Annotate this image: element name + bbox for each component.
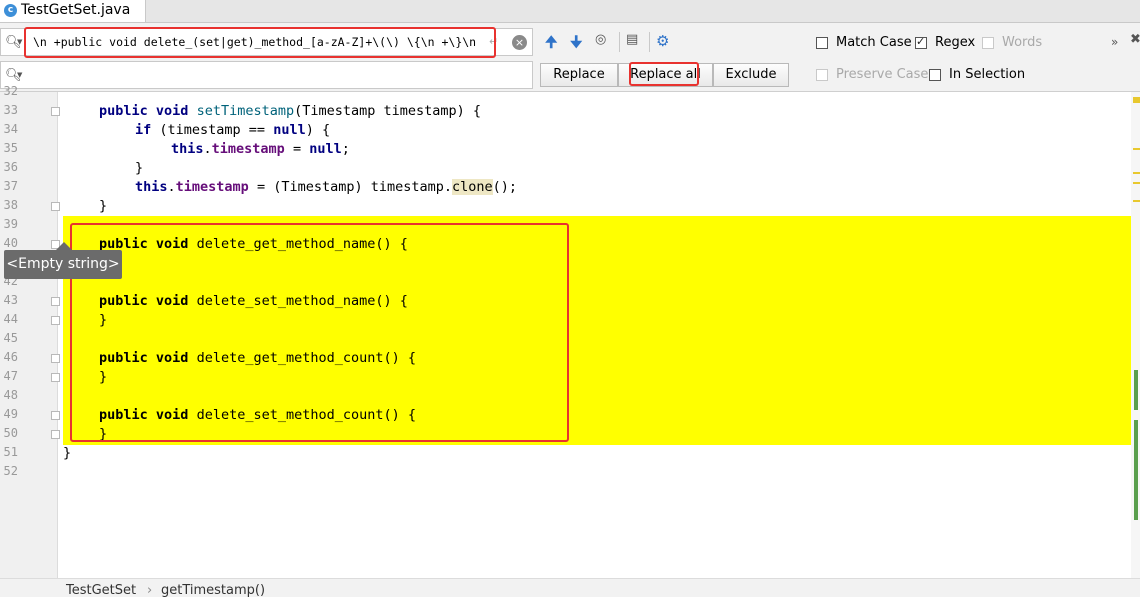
line-number: 37 bbox=[3, 179, 18, 193]
stripe-mark[interactable] bbox=[1133, 97, 1140, 103]
line-number: 39 bbox=[3, 217, 18, 231]
line-number: 33 bbox=[3, 103, 18, 117]
line-number: 47 bbox=[3, 369, 18, 383]
toolbar-separator bbox=[649, 32, 650, 52]
close-panel-icon[interactable]: ✖ bbox=[1130, 32, 1140, 47]
preserve-case-checkbox bbox=[816, 69, 828, 81]
words-checkbox bbox=[982, 37, 994, 49]
line-number: 45 bbox=[3, 331, 18, 345]
fold-marker[interactable] bbox=[51, 297, 60, 306]
code-line-35[interactable]: this.timestamp = null; bbox=[171, 141, 350, 157]
line-number: 51 bbox=[3, 445, 18, 459]
code-line-38[interactable]: } bbox=[99, 198, 107, 214]
match-annotation-box bbox=[70, 223, 569, 442]
line-number: 48 bbox=[3, 388, 18, 402]
editor-tab-bar: c TestGetSet.java bbox=[0, 0, 1140, 23]
line-number: 44 bbox=[3, 312, 18, 326]
match-case-checkbox[interactable] bbox=[816, 37, 828, 49]
search-history-dropdown-icon[interactable]: ▼ bbox=[17, 38, 22, 46]
preserve-case-label: Preserve Case bbox=[836, 67, 929, 82]
regex-label: Regex bbox=[935, 35, 976, 50]
breadcrumb: TestGetSet › getTimestamp() bbox=[0, 578, 1140, 598]
empty-string-tooltip: <Empty string> bbox=[4, 242, 122, 279]
replace-all-annotation-box bbox=[629, 62, 699, 86]
toolbar-separator bbox=[619, 32, 620, 52]
match-case-label: Match Case bbox=[836, 35, 912, 50]
in-selection-checkbox[interactable] bbox=[929, 69, 941, 81]
clear-search-icon[interactable]: × bbox=[512, 35, 527, 50]
line-number: 50 bbox=[3, 426, 18, 440]
replace-button[interactable]: Replace bbox=[540, 63, 618, 87]
stripe-mark[interactable] bbox=[1133, 200, 1140, 202]
line-number: 35 bbox=[3, 141, 18, 155]
fold-marker[interactable] bbox=[51, 316, 60, 325]
stripe-mark[interactable] bbox=[1134, 370, 1138, 410]
stripe-mark[interactable] bbox=[1133, 172, 1140, 174]
fold-marker[interactable] bbox=[51, 411, 60, 420]
stripe-mark[interactable] bbox=[1134, 420, 1138, 520]
fold-marker[interactable] bbox=[51, 354, 60, 363]
code-line-34[interactable]: if (timestamp == null) { bbox=[135, 122, 330, 138]
line-number: 36 bbox=[3, 160, 18, 174]
line-number: 38 bbox=[3, 198, 18, 212]
fold-marker[interactable] bbox=[51, 373, 60, 382]
stripe-mark[interactable] bbox=[1133, 182, 1140, 184]
stripe-mark[interactable] bbox=[1133, 148, 1140, 150]
fold-marker[interactable] bbox=[51, 202, 60, 211]
code-line-51[interactable]: } bbox=[63, 445, 71, 461]
words-label: Words bbox=[1002, 35, 1043, 50]
settings-icon[interactable]: ⚙ bbox=[656, 32, 669, 50]
java-class-icon: c bbox=[4, 4, 17, 17]
replace-history-dropdown-icon[interactable]: ▼ bbox=[17, 71, 22, 79]
tab-label: TestGetSet.java bbox=[21, 2, 131, 18]
find-all-icon[interactable]: ◎ bbox=[595, 32, 606, 47]
line-number: 52 bbox=[3, 464, 18, 478]
arrow-down-icon[interactable]: 🠋 bbox=[570, 32, 582, 57]
tab-testgetset-java[interactable]: c TestGetSet.java bbox=[0, 0, 146, 22]
regex-checkbox[interactable] bbox=[915, 35, 927, 49]
replace-field[interactable]: 🔍︎ ▼ bbox=[0, 61, 533, 89]
in-selection-label: In Selection bbox=[949, 67, 1026, 82]
arrow-up-icon[interactable]: 🠉 bbox=[545, 32, 557, 57]
line-number: 46 bbox=[3, 350, 18, 364]
code-line-33[interactable]: public void setTimestamp(Timestamp times… bbox=[99, 103, 481, 119]
exclude-button[interactable]: Exclude bbox=[713, 63, 789, 87]
fold-marker[interactable] bbox=[51, 107, 60, 116]
fold-marker[interactable] bbox=[51, 430, 60, 439]
code-line-36[interactable]: } bbox=[135, 160, 143, 176]
search-annotation-box bbox=[24, 27, 496, 58]
line-number: 43 bbox=[3, 293, 18, 307]
line-number: 40 bbox=[3, 236, 18, 250]
line-number: 34 bbox=[3, 122, 18, 136]
filter-icon[interactable]: ▤ bbox=[626, 32, 638, 47]
code-line-37[interactable]: this.timestamp = (Timestamp) timestamp.c… bbox=[135, 179, 517, 195]
editor-gutter: 3233343536373839404142434445464748495051… bbox=[0, 84, 58, 578]
line-number: 49 bbox=[3, 407, 18, 421]
more-options-icon[interactable]: » bbox=[1111, 35, 1118, 49]
line-number: 32 bbox=[3, 84, 18, 98]
